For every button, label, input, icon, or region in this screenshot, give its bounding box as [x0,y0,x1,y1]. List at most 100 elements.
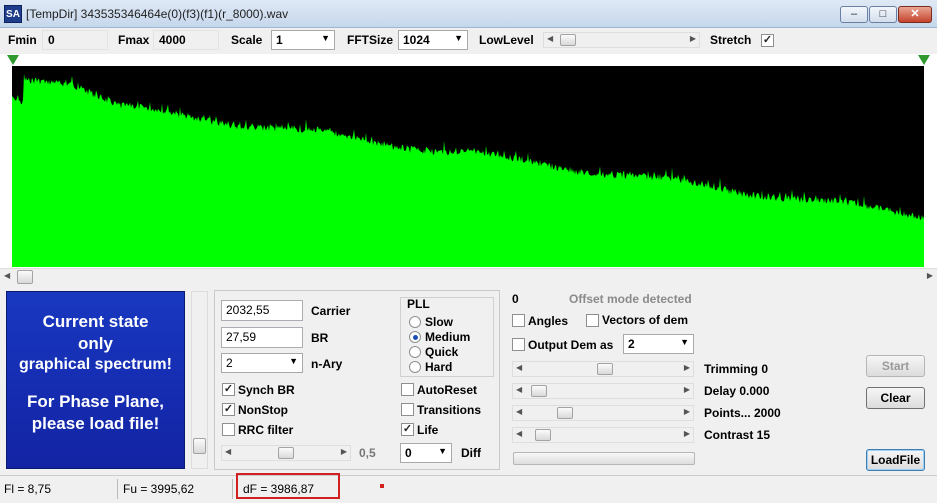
nary-select[interactable]: 2 ▼ [221,353,303,373]
filter-slider-thumb[interactable] [278,447,294,459]
br-input[interactable]: 27,59 [221,327,303,348]
delay-slider[interactable]: ◀ ▶ [512,383,694,399]
left-marker-icon[interactable] [7,55,19,65]
spectrum-plot [12,73,924,267]
life-checkbox[interactable]: ✓ [401,423,414,436]
demod-group: 2032,55 Carrier 27,59 BR 2 ▼ n-Ary PLL Sl… [214,290,500,470]
fmax-field[interactable]: 4000 [153,30,219,50]
scale-value: 1 [276,33,283,47]
arrow-right-icon: ▶ [683,363,690,372]
arrow-right-icon: ▶ [689,34,696,43]
autoreset-label: AutoReset [417,383,478,397]
spectrum-scrollbar-thumb[interactable] [17,270,33,284]
contrast-slider[interactable]: ◀ ▶ [512,427,694,443]
scale-select[interactable]: 1 ▼ [271,30,335,50]
points-slider-thumb[interactable] [557,407,573,419]
points-slider[interactable]: ◀ ▶ [512,405,694,421]
pll-radio-medium[interactable] [409,331,421,343]
pll-option-label: Medium [425,330,471,344]
nonstop-checkbox[interactable]: ✓ [222,403,235,416]
info-line: Current state [42,312,149,331]
chevron-down-icon: ▼ [680,337,689,347]
diff-label: Diff [461,446,481,460]
delay-label: Delay 0.000 [704,384,770,398]
chevron-down-icon: ▼ [321,33,330,43]
info-scrollbar-thumb[interactable] [193,438,206,454]
lowlevel-slider-thumb[interactable] [560,34,576,46]
vectors-label: Vectors of dem [602,313,689,327]
spectrum-scrollbar[interactable]: ◀ ▶ [0,268,937,285]
lowlevel-label: LowLevel [479,33,534,47]
checkmark-icon: ✓ [223,403,234,415]
info-line: please load file! [31,414,160,433]
output-dem-checkbox[interactable] [512,338,525,351]
info-scrollbar[interactable] [191,291,208,469]
output-dem-label: Output Dem as [528,338,614,352]
clear-button[interactable]: Clear [866,387,925,409]
start-button[interactable]: Start [866,355,925,377]
pll-option-label: Hard [425,360,453,374]
arrow-left-icon: ◀ [516,363,523,372]
diff-select[interactable]: 0 ▼ [400,443,452,463]
carrier-input[interactable]: 2032,55 [221,300,303,321]
fmax-label: Fmax [118,33,150,47]
fftsize-label: FFTSize [347,33,394,47]
arrow-left-icon: ◀ [4,271,11,280]
progress-bar [513,452,695,465]
angles-label: Angles [528,314,569,328]
status-divider [117,479,118,499]
points-label: Points... 2000 [704,406,781,420]
close-button[interactable]: ✕ [898,6,932,23]
checkmark-icon: ✓ [402,423,413,435]
output-dem-select[interactable]: 2 ▼ [623,334,694,354]
contrast-slider-thumb[interactable] [535,429,551,441]
lowlevel-slider[interactable]: ◀ ▶ [543,32,700,48]
pll-box: PLL Slow Medium Quick Hard [400,297,494,377]
fmin-label: Fmin [8,33,37,47]
minimize-button[interactable]: – [840,6,868,23]
fftsize-select[interactable]: 1024 ▼ [398,30,468,50]
arrow-left-icon: ◀ [516,429,523,438]
pll-radio-quick[interactable] [409,346,421,358]
loadfile-button[interactable]: LoadFile [866,449,925,471]
toolbar: Fmin 0 Fmax 4000 Scale 1 ▼ FFTSize 1024 ▼ … [0,28,937,54]
spectrum-display[interactable] [12,66,924,267]
diff-value: 0 [405,446,412,460]
br-label: BR [311,331,329,345]
info-line: only [78,334,113,353]
pll-option-label: Quick [425,345,459,359]
trimming-slider-thumb[interactable] [597,363,613,375]
autoreset-checkbox[interactable] [401,383,414,396]
pll-radio-hard[interactable] [409,361,421,373]
vectors-checkbox[interactable] [586,314,599,327]
app-logo-icon: SA [4,5,22,23]
fu-status: Fu = 3995,62 [123,482,195,496]
nary-value: 2 [226,356,233,370]
filter-slider[interactable]: ◀ ▶ [221,445,351,461]
info-panel: Current state only graphical spectrum! F… [6,291,185,469]
df-status: dF = 3986,87 [243,482,315,496]
pll-option-label: Slow [425,315,454,329]
trimming-slider[interactable]: ◀ ▶ [512,361,694,377]
status-divider [232,479,233,499]
info-line: For Phase Plane, [27,392,164,411]
arrow-right-icon: ▶ [926,271,933,280]
angles-checkbox[interactable] [512,314,525,327]
nary-label: n-Ary [311,357,343,371]
transitions-label: Transitions [417,403,482,417]
arrow-left-icon: ◀ [516,407,523,416]
transitions-checkbox[interactable] [401,403,414,416]
rrc-filter-checkbox[interactable] [222,423,235,436]
spectrum-trace [12,73,924,267]
fmin-field[interactable]: 0 [42,30,108,50]
pll-radio-slow[interactable] [409,316,421,328]
delay-slider-thumb[interactable] [531,385,547,397]
maximize-button[interactable]: □ [869,6,897,23]
chevron-down-icon: ▼ [289,356,298,366]
window-title: [TempDir] 343535346464e(0)(f3)(f1)(r_800… [26,7,289,21]
synch-br-checkbox[interactable]: ✓ [222,383,235,396]
synch-br-label: Synch BR [238,383,295,397]
right-marker-icon[interactable] [918,55,930,65]
output-dem-value: 2 [628,337,635,351]
stretch-checkbox[interactable]: ✓ [761,34,774,47]
